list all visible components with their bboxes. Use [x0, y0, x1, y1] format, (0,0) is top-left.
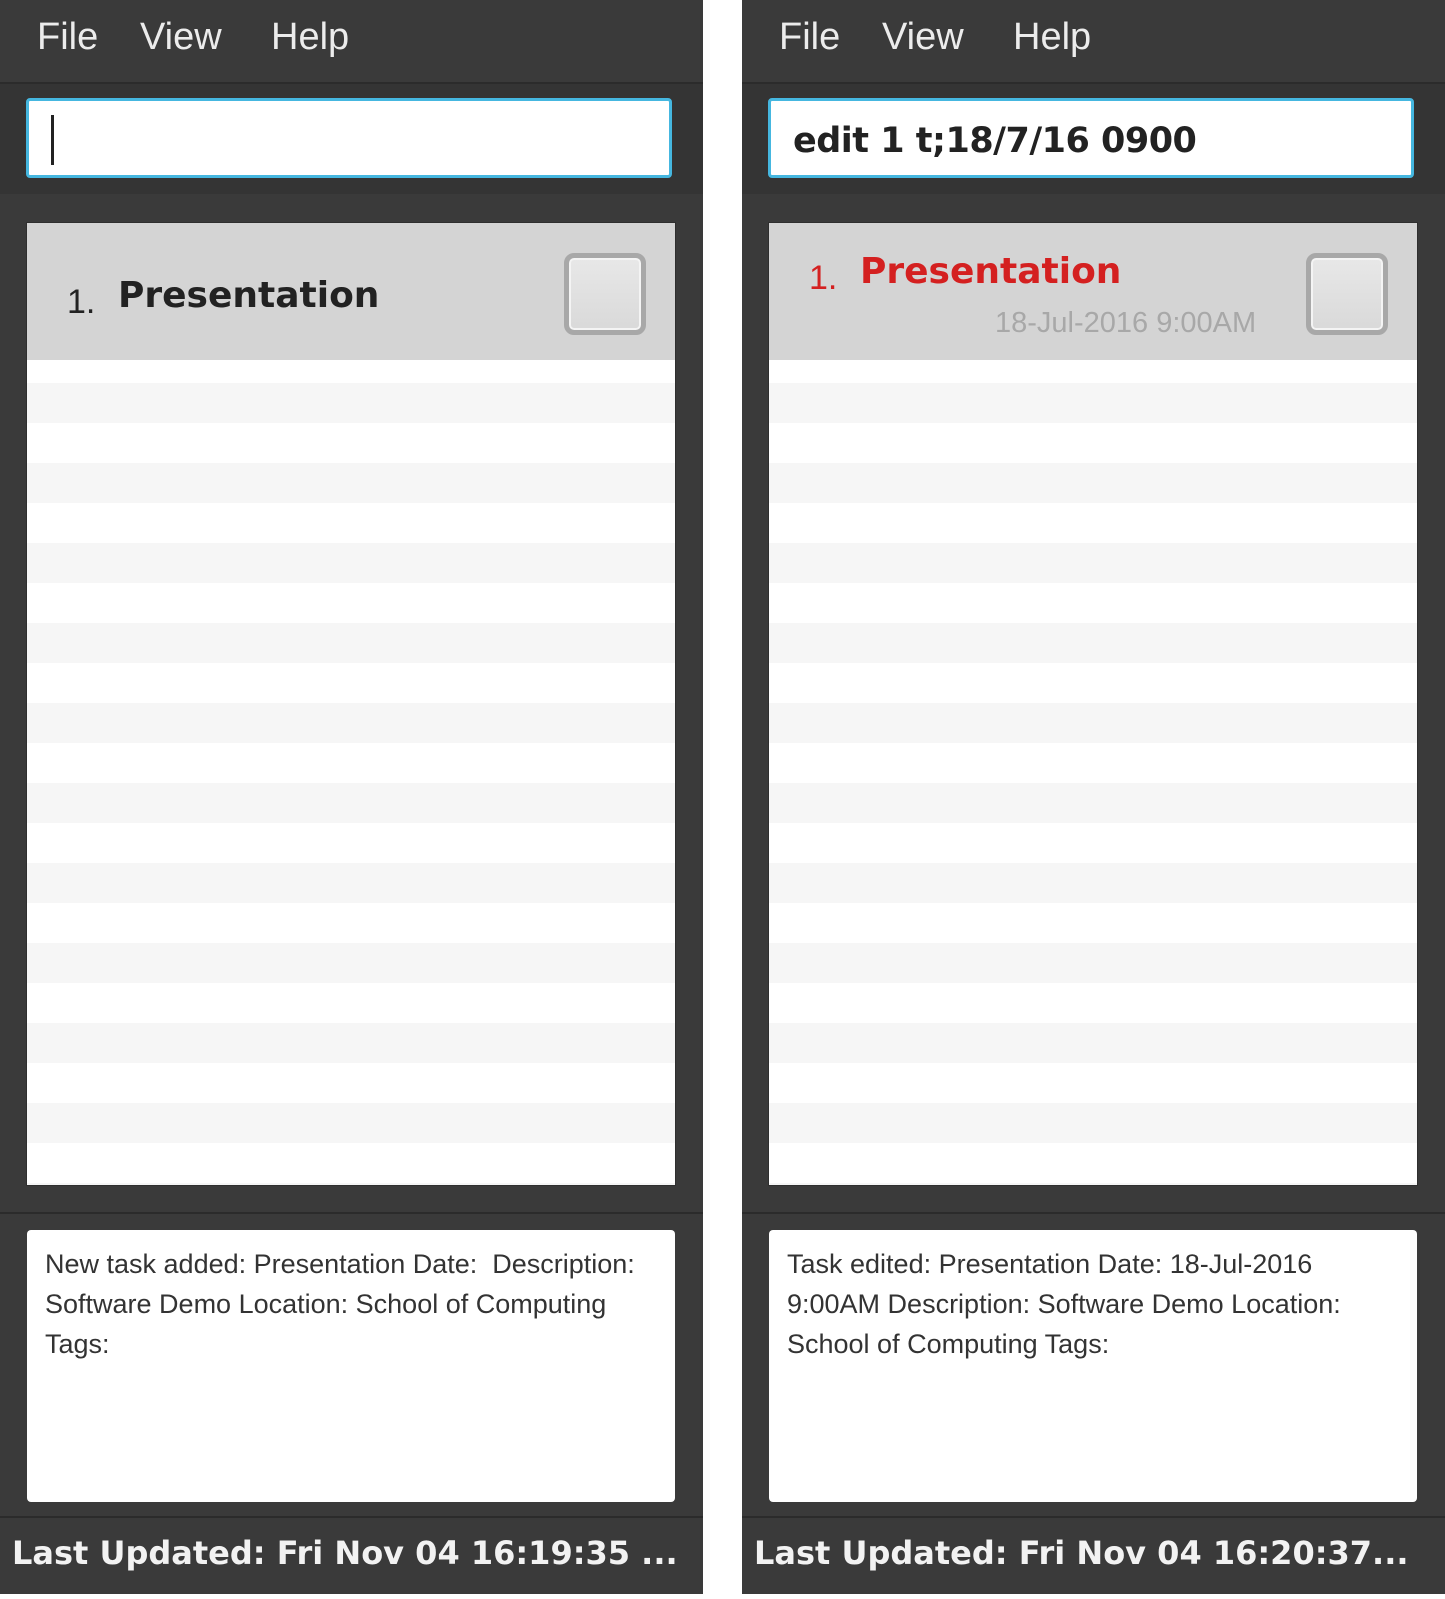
- task-card[interactable]: 1. Presentation 18-Jul-2016 9:00AM: [769, 223, 1417, 360]
- menu-bar: File View Help: [742, 0, 1445, 84]
- checkbox-icon[interactable]: [564, 253, 646, 335]
- menu-file[interactable]: File: [779, 16, 840, 59]
- command-area: [0, 84, 703, 194]
- task-list-area: 1. Presentation: [0, 196, 703, 1214]
- last-updated-status: Last Updated: Fri Nov 04 16:20:37...: [754, 1534, 1409, 1572]
- command-area: edit 1 t;18/7/16 0900: [742, 84, 1445, 194]
- task-list[interactable]: 1. Presentation 18-Jul-2016 9:00AM: [768, 222, 1418, 1186]
- task-card[interactable]: 1. Presentation: [27, 223, 675, 360]
- menu-view[interactable]: View: [882, 16, 964, 59]
- app-window-before: File View Help 1. Presentation New task …: [0, 0, 703, 1594]
- result-display: Task edited: Presentation Date: 18-Jul-2…: [769, 1230, 1417, 1502]
- app-window-after: File View Help edit 1 t;18/7/16 0900 1. …: [742, 0, 1445, 1594]
- task-list[interactable]: 1. Presentation: [26, 222, 676, 1186]
- command-input[interactable]: edit 1 t;18/7/16 0900: [768, 98, 1414, 178]
- last-updated-status: Last Updated: Fri Nov 04 16:19:35 ...: [12, 1534, 678, 1572]
- status-bar: Last Updated: Fri Nov 04 16:19:35 ...: [0, 1518, 703, 1594]
- task-name: Presentation: [118, 275, 380, 316]
- result-area: New task added: Presentation Date: Descr…: [0, 1214, 703, 1518]
- text-caret: [51, 115, 54, 165]
- task-index: 1.: [809, 259, 838, 297]
- menu-help[interactable]: Help: [1013, 16, 1091, 59]
- task-name: Presentation: [860, 251, 1122, 292]
- task-index: 1.: [67, 283, 96, 321]
- menu-view[interactable]: View: [140, 16, 222, 59]
- result-display: New task added: Presentation Date: Descr…: [27, 1230, 675, 1502]
- result-text: New task added: Presentation Date: Descr…: [45, 1249, 643, 1359]
- result-area: Task edited: Presentation Date: 18-Jul-2…: [742, 1214, 1445, 1518]
- status-bar: Last Updated: Fri Nov 04 16:20:37...: [742, 1518, 1445, 1594]
- task-date: 18-Jul-2016 9:00AM: [995, 307, 1257, 339]
- command-input[interactable]: [26, 98, 672, 178]
- task-list-area: 1. Presentation 18-Jul-2016 9:00AM: [742, 196, 1445, 1214]
- command-text: edit 1 t;18/7/16 0900: [793, 121, 1197, 161]
- result-text: Task edited: Presentation Date: 18-Jul-2…: [787, 1249, 1349, 1359]
- menu-file[interactable]: File: [37, 16, 98, 59]
- checkbox-icon[interactable]: [1306, 253, 1388, 335]
- menu-bar: File View Help: [0, 0, 703, 84]
- menu-help[interactable]: Help: [271, 16, 349, 59]
